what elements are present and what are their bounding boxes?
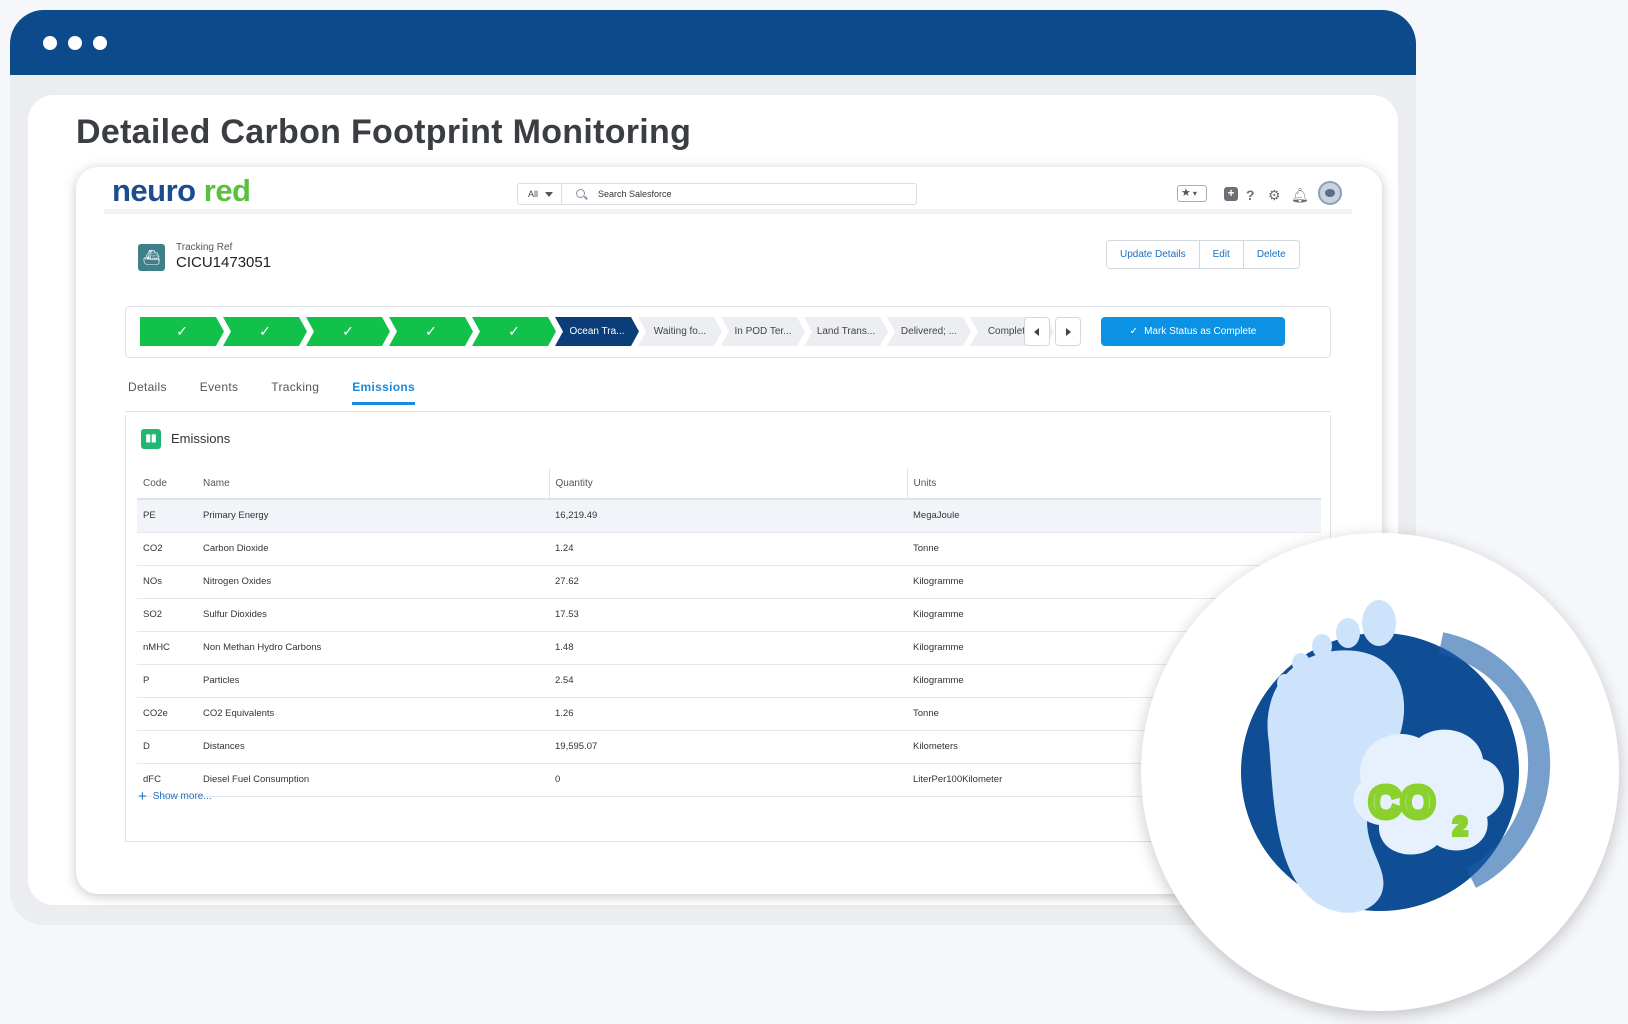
co2-footprint-badge: CO 2 — [1141, 533, 1619, 1011]
cell-quantity: 27.62 — [549, 565, 907, 599]
path-step-completed[interactable]: ✓ — [223, 317, 307, 346]
table-header-row: Code Name Quantity Units — [137, 469, 1321, 500]
logo-text-neuro: neuro — [112, 173, 196, 208]
co2-text: CO — [1369, 778, 1435, 827]
cell-name: CO2 Equivalents — [197, 697, 549, 731]
logo-text-red: red — [203, 173, 251, 208]
tab-events[interactable]: Events — [200, 380, 239, 405]
record-type-icon: ⛴ — [138, 244, 165, 271]
cell-quantity: 17.53 — [549, 598, 907, 632]
delete-button[interactable]: Delete — [1243, 241, 1299, 268]
page-headline: Detailed Carbon Footprint Monitoring — [76, 113, 692, 151]
cell-quantity: 0 — [549, 763, 907, 797]
column-header-code[interactable]: Code — [137, 469, 197, 500]
show-more-link[interactable]: + Show more... — [138, 788, 212, 805]
path-step-completed[interactable]: ✓ — [389, 317, 473, 346]
avatar[interactable] — [1318, 181, 1342, 205]
window-dot-icon — [93, 36, 107, 50]
show-more-label: Show more... — [152, 791, 212, 803]
chevron-right-icon — [1066, 328, 1071, 336]
column-header-quantity[interactable]: Quantity — [548, 469, 907, 500]
plus-icon: + — [138, 788, 147, 805]
search-scope-label: All — [528, 189, 539, 199]
co2-subscript: 2 — [1453, 811, 1467, 841]
path-step-completed[interactable]: ✓ — [140, 317, 224, 346]
cell-code: D — [137, 730, 197, 764]
status-path: ✓ ✓ ✓ ✓ ✓ Ocean Tra... Waiting fo... In … — [125, 306, 1331, 358]
cell-quantity: 1.26 — [549, 697, 907, 731]
co2-footprint-icon: CO 2 — [1241, 600, 1551, 913]
cell-code: P — [137, 664, 197, 698]
search-icon — [576, 189, 585, 198]
cell-name: Sulfur Dioxides — [197, 598, 549, 632]
cell-units: MegaJoule — [907, 499, 1321, 533]
cell-quantity: 19,595.07 — [549, 730, 907, 764]
cell-name: Nitrogen Oxides — [197, 565, 549, 599]
chevron-down-icon — [545, 192, 553, 197]
tab-tracking[interactable]: Tracking — [271, 380, 319, 405]
check-icon: ✓ — [1129, 326, 1139, 337]
global-actions-icon[interactable]: + — [1224, 187, 1238, 201]
gear-icon[interactable]: ⚙ — [1268, 187, 1281, 203]
search-scope-select[interactable]: All — [518, 184, 562, 204]
cell-name: Non Methan Hydro Carbons — [197, 631, 549, 665]
cell-name: Particles — [197, 664, 549, 698]
cell-name: Carbon Dioxide — [197, 532, 549, 566]
cell-code: PE — [137, 499, 197, 533]
record-actions: Update Details Edit Delete — [1106, 240, 1300, 269]
tabs-divider — [125, 411, 1331, 412]
path-step-current[interactable]: Ocean Tra... — [555, 317, 639, 346]
window-title-bar — [10, 10, 1416, 75]
path-step-completed[interactable]: ✓ — [472, 317, 556, 346]
neurored-logo: neuro red — [112, 173, 251, 209]
cell-code: CO2e — [137, 697, 197, 731]
path-step-pending[interactable]: Land Trans... — [804, 317, 888, 346]
path-prev-button[interactable] — [1024, 317, 1050, 346]
cell-quantity: 16,219.49 — [549, 499, 907, 533]
update-details-button[interactable]: Update Details — [1107, 241, 1200, 268]
tab-emissions[interactable]: Emissions — [352, 380, 415, 405]
record-tabs: Details Events Tracking Emissions — [128, 380, 448, 405]
table-row[interactable]: PE Primary Energy 16,219.49 MegaJoule — [137, 499, 1321, 533]
path-step-completed[interactable]: ✓ — [306, 317, 390, 346]
cell-name: Diesel Fuel Consumption — [197, 763, 549, 797]
tab-details[interactable]: Details — [128, 380, 167, 405]
emissions-icon: ▮▮ — [141, 429, 161, 449]
path-steps: ✓ ✓ ✓ ✓ ✓ Ocean Tra... Waiting fo... In … — [140, 317, 1053, 346]
cell-quantity: 1.24 — [549, 532, 907, 566]
path-step-pending[interactable]: Delivered; ... — [887, 317, 971, 346]
favorites-button[interactable]: ★ ▾ — [1177, 185, 1207, 202]
cell-code: NOs — [137, 565, 197, 599]
path-step-pending[interactable]: Waiting fo... — [638, 317, 722, 346]
cell-code: CO2 — [137, 532, 197, 566]
search-input[interactable] — [598, 187, 898, 201]
help-icon[interactable]: ? — [1246, 187, 1255, 203]
path-next-button[interactable] — [1055, 317, 1081, 346]
window-dot-icon — [68, 36, 82, 50]
cell-quantity: 1.48 — [549, 631, 907, 665]
cell-code: nMHC — [137, 631, 197, 665]
cell-name: Distances — [197, 730, 549, 764]
cell-code: SO2 — [137, 598, 197, 632]
mark-status-label: Mark Status as Complete — [1144, 326, 1257, 337]
chevron-left-icon — [1034, 328, 1039, 336]
column-header-units[interactable]: Units — [906, 469, 1321, 500]
bell-icon[interactable]: 🔔︎ — [1291, 187, 1309, 203]
record-title: CICU1473051 — [176, 254, 272, 271]
window-dot-icon — [43, 36, 57, 50]
header-divider — [104, 209, 1352, 214]
mark-status-complete-button[interactable]: ✓ Mark Status as Complete — [1101, 317, 1285, 346]
cell-name: Primary Energy — [197, 499, 549, 533]
emissions-title: Emissions — [171, 431, 231, 446]
edit-button[interactable]: Edit — [1199, 241, 1244, 268]
cell-quantity: 2.54 — [549, 664, 907, 698]
record-label: Tracking Ref — [176, 242, 233, 253]
path-step-pending[interactable]: In POD Ter... — [721, 317, 805, 346]
global-search: All — [517, 183, 917, 205]
column-header-name[interactable]: Name — [197, 469, 549, 500]
